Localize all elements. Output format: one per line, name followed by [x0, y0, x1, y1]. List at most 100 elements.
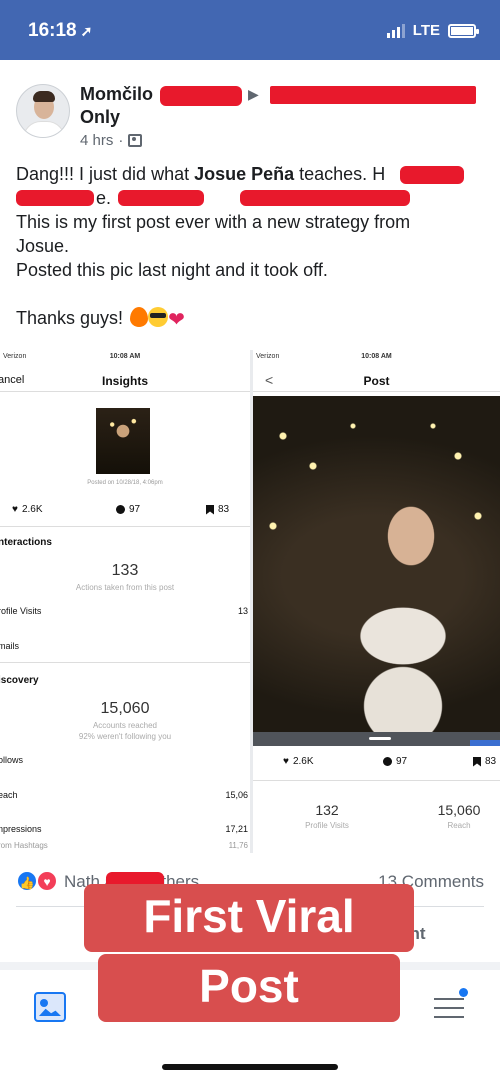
reach-value: 15,060 [437, 802, 481, 818]
share-arrow-icon: ▶ [248, 86, 259, 102]
post-screenshot[interactable]: Verizon 10:08 AM Post < ♥ 2.6K 97 83 132 … [253, 350, 500, 853]
author-avatar[interactable] [16, 84, 70, 138]
likes-stat: ♥ 2.6K [12, 504, 43, 515]
likes-value: 2.6K [292, 756, 314, 767]
news-feed-tab-icon[interactable] [34, 992, 66, 1022]
insights-stats: ♥ 2.6K 97 83 [0, 502, 250, 520]
reach-label: Reach [447, 821, 471, 830]
impressions-label: npressions [0, 824, 42, 834]
like-reaction-icon[interactable]: 👍 [16, 870, 38, 892]
saves-value: 83 [218, 504, 230, 515]
friends-privacy-icon[interactable] [128, 134, 143, 147]
discovery-heading: iscovery [0, 675, 39, 686]
fire-emoji-icon [130, 307, 149, 327]
post-view-nav: Post [253, 368, 500, 392]
post-view-title: Post [363, 374, 390, 388]
hashtags-value: 11,76 [228, 841, 248, 850]
post-text-line: Posted this pic last night and it took o… [16, 260, 328, 280]
redaction-mark [160, 86, 242, 106]
location-arrow-icon: ➚ [80, 23, 93, 39]
insights-title: Insights [101, 374, 149, 388]
home-indicator [162, 1064, 338, 1070]
post-view-stats: ♥ 2.6K 97 83 [253, 754, 500, 772]
post-header: Momčilo ▶ Only 4 hrs · [0, 68, 500, 158]
post-body: Dang!!! I just did what Josue Peña teach… [16, 162, 486, 331]
audience-label[interactable]: Only [80, 107, 120, 128]
posted-on: Posted on 10/28/18, 4:06pm [87, 480, 163, 486]
comment-icon [116, 505, 125, 514]
profile-visits-label: Profile Visits [305, 821, 349, 830]
actions-label: Actions taken from this post [75, 583, 175, 592]
mini-carrier: Verizon [3, 353, 27, 360]
cellular-signal-icon [386, 23, 405, 38]
heart-icon: ♥ [12, 504, 18, 515]
emails-label: mails [0, 641, 20, 651]
redaction-mark [16, 190, 94, 206]
status-bar: 16:18 ➚ LTE [0, 0, 500, 60]
love-reaction-icon[interactable]: ♥ [36, 870, 58, 892]
insights-screenshot[interactable]: Verizon 10:08 AM ancel Insights Posted o… [0, 350, 250, 853]
status-time-text: 16:18 [28, 20, 77, 41]
photo-progress-bar [253, 732, 500, 746]
post-meta: 4 hrs · [80, 132, 143, 149]
status-right: LTE [386, 22, 479, 39]
likes-stat: ♥ 2.6K [283, 756, 314, 767]
likes-value: 2.6K [21, 504, 43, 515]
post-text-line [16, 282, 486, 306]
caption-line-1: First Viral [84, 884, 414, 952]
celebration-photo [253, 396, 500, 732]
actions-value: 133 [111, 562, 139, 579]
comments-stat: 97 [383, 756, 407, 767]
hashtags-label: rom Hashtags [0, 841, 48, 850]
reach-row-label: each [0, 790, 18, 800]
post-photos[interactable]: Verizon 10:08 AM ancel Insights Posted o… [0, 350, 500, 853]
bookmark-icon [473, 756, 481, 767]
mentioned-person-link[interactable]: Josue Peña [194, 164, 294, 184]
follows-label: ollows [0, 755, 24, 765]
back-chevron-icon: < [265, 372, 274, 388]
heart-icon: ♥ [283, 756, 289, 767]
menu-badge [459, 988, 468, 997]
battery-icon [448, 23, 479, 38]
insights-nav: ancel Insights [0, 368, 250, 392]
mini-time: 10:08 AM [109, 353, 141, 360]
mini-status-bar: Verizon 10:08 AM [253, 350, 500, 364]
caption-line-2: Post [98, 954, 400, 1022]
insights-thumbnail [96, 408, 150, 474]
saves-value: 83 [485, 756, 497, 767]
reach-label: Accounts reached [92, 721, 158, 730]
reach-row-value: 15,06 [225, 790, 248, 800]
post-time[interactable]: 4 hrs [80, 132, 113, 149]
meta-separator: · [118, 132, 124, 149]
post-text-line: Josue. [16, 236, 70, 256]
saves-stat: 83 [473, 756, 496, 767]
comments-value: 97 [396, 756, 408, 767]
menu-tab-icon[interactable] [434, 988, 468, 1020]
profile-visits-value: 132 [315, 802, 339, 818]
sunglasses-emoji-icon [148, 307, 169, 327]
redaction-mark [400, 166, 464, 184]
insights-cancel: ancel [0, 374, 25, 386]
heart-emoji-icon: ❤ [168, 309, 185, 331]
bookmark-icon [206, 504, 214, 515]
status-time: 16:18 ➚ [28, 20, 92, 42]
comment-icon [383, 757, 392, 766]
post-text-line: This is my first post ever with a new st… [16, 212, 411, 232]
post-text-line: Thanks guys! ❤ [16, 307, 185, 331]
not-following-label: 92% weren't following you [78, 732, 172, 741]
mini-time: 10:08 AM [361, 353, 392, 360]
interactions-heading: nteractions [0, 537, 52, 548]
saves-stat: 83 [206, 504, 229, 515]
comments-value: 97 [129, 504, 141, 515]
mini-status-bar: Verizon 10:08 AM [0, 350, 250, 364]
redaction-mark [270, 86, 476, 104]
author-name[interactable]: Momčilo [80, 84, 153, 105]
comments-stat: 97 [116, 504, 140, 515]
reach-value: 15,060 [100, 700, 150, 717]
profile-visits-value: 13 [237, 606, 248, 616]
impressions-value: 17,21 [225, 824, 248, 834]
profile-visits-label: rofile Visits [0, 606, 42, 616]
redaction-mark [118, 190, 204, 206]
network-label: LTE [412, 22, 440, 39]
mini-carrier: Verizon [256, 353, 280, 360]
